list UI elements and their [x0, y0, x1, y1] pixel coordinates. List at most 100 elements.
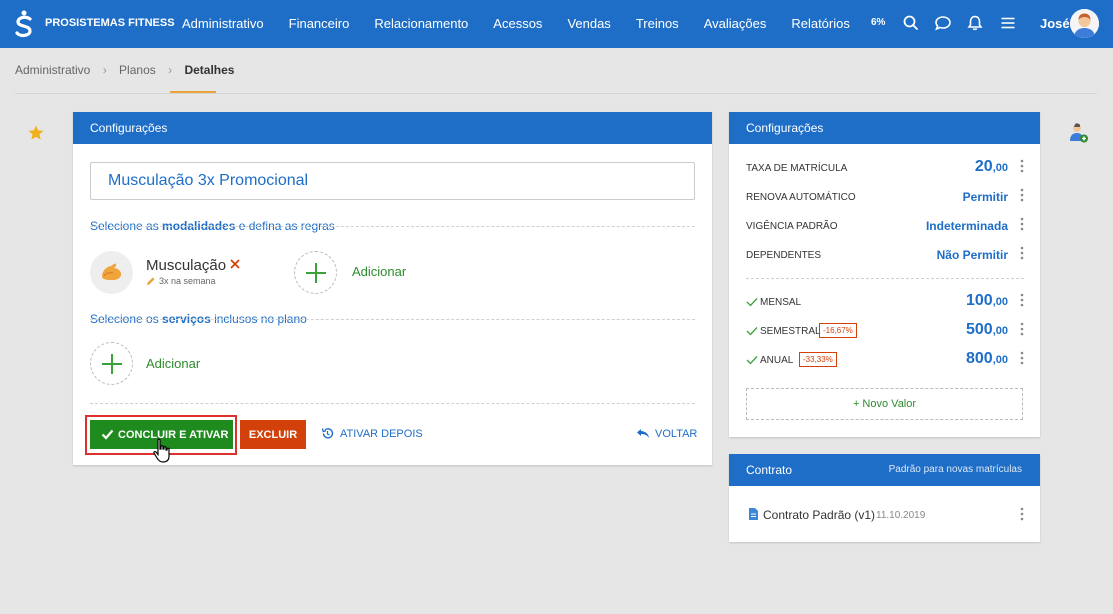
menu-item-acessos[interactable]: Acessos: [493, 16, 542, 31]
setting-value[interactable]: 20,00: [975, 158, 1008, 176]
chat-icon[interactable]: [934, 14, 952, 32]
plus-icon: [102, 363, 122, 365]
card-title: Configurações: [746, 121, 824, 135]
setting-row-registration-fee: TAXA DE MATRÍCULA 20,00: [746, 158, 1024, 178]
brand-name[interactable]: PROSISTEMAS FITNESS: [45, 17, 175, 29]
setting-row-default-validity: VIGÊNCIA PADRÃO Indeterminada: [746, 216, 1024, 236]
new-value-button[interactable]: + Novo Valor: [746, 388, 1023, 420]
more-options-icon[interactable]: [1020, 188, 1024, 202]
menu-item-administrativo[interactable]: Administrativo: [182, 16, 264, 31]
breadcrumb-item-detalhes: Detalhes: [184, 63, 235, 77]
menu-item-relatorios[interactable]: Relatórios: [791, 16, 850, 31]
value-dec: ,00: [992, 325, 1008, 337]
history-icon[interactable]: [321, 427, 334, 440]
more-options-icon[interactable]: [1020, 293, 1024, 307]
chevron-right-icon: ›: [102, 63, 107, 77]
more-options-icon[interactable]: [1020, 322, 1024, 336]
muscle-arm-icon: [102, 263, 122, 280]
top-navbar: PROSISTEMAS FITNESS Administrativo Finan…: [0, 0, 1113, 48]
check-icon: [746, 356, 758, 365]
contract-date: 11.10.2019: [876, 510, 926, 521]
price-value[interactable]: 800,00: [966, 350, 1008, 368]
reply-back-icon[interactable]: [636, 428, 650, 439]
breadcrumb-item-administrativo[interactable]: Administrativo: [15, 63, 90, 77]
activate-later-link[interactable]: ATIVAR DEPOIS: [340, 428, 423, 440]
setting-label: RENOVA AUTOMÁTICO: [746, 192, 856, 203]
brand-logo-icon[interactable]: [14, 10, 34, 38]
more-options-icon[interactable]: [1020, 246, 1024, 260]
value-int: 800: [966, 350, 993, 367]
setting-value[interactable]: Indeterminada: [926, 219, 1008, 233]
pencil-icon[interactable]: [146, 276, 156, 286]
menu-item-financeiro[interactable]: Financeiro: [289, 16, 350, 31]
add-service-label[interactable]: Adicionar: [146, 356, 200, 371]
add-service-button[interactable]: [90, 342, 133, 385]
breadcrumb: Administrativo › Planos › Detalhes: [15, 63, 234, 77]
document-icon: [749, 508, 758, 520]
price-label: SEMESTRAL: [760, 326, 821, 337]
more-options-icon[interactable]: [1020, 507, 1024, 521]
contract-name[interactable]: Contrato Padrão (v1): [763, 508, 875, 522]
add-user-icon[interactable]: [1069, 122, 1089, 144]
menu-item-vendas[interactable]: Vendas: [567, 16, 610, 31]
plan-name-input[interactable]: [90, 162, 695, 200]
card-title: Configurações: [90, 121, 168, 135]
price-label: MENSAL: [760, 297, 802, 308]
divider: [15, 93, 1097, 94]
setting-label: TAXA DE MATRÍCULA: [746, 163, 848, 174]
dashed-divider: [90, 319, 695, 320]
card-title: Contrato: [746, 463, 793, 477]
modality-rule[interactable]: 3x na semana: [159, 276, 216, 286]
discount-badge: -16,67%: [819, 323, 857, 338]
avatar[interactable]: [1070, 9, 1099, 38]
price-label: ANUAL: [760, 355, 794, 366]
price-row-annual: ANUAL -33,33% 800,00: [746, 350, 1024, 370]
card-header: Contrato Padrão para novas matrículas: [729, 454, 1040, 486]
settings-card: Configurações TAXA DE MATRÍCULA 20,00 RE…: [729, 112, 1040, 437]
plus-icon: [306, 272, 326, 274]
value-int: 20: [974, 158, 993, 175]
value-int: 500: [966, 321, 993, 338]
dashed-divider: [90, 226, 695, 227]
discount-badge: -33,33%: [799, 352, 837, 367]
setting-value[interactable]: Não Permitir: [937, 248, 1008, 262]
add-modality-label[interactable]: Adicionar: [352, 264, 406, 279]
setting-row-auto-renew: RENOVA AUTOMÁTICO Permitir: [746, 187, 1024, 207]
add-modality-button[interactable]: [294, 251, 337, 294]
modality-name[interactable]: Musculação: [146, 257, 226, 274]
setting-value[interactable]: Permitir: [963, 190, 1008, 204]
card-subtitle: Padrão para novas matrículas: [888, 464, 1022, 475]
check-icon: [746, 298, 758, 307]
card-header: Configurações: [73, 112, 712, 144]
progress-indicator[interactable]: 6%: [871, 17, 885, 28]
contract-card: Contrato Padrão para novas matrículas Co…: [729, 454, 1040, 542]
menu-item-treinos[interactable]: Treinos: [636, 16, 679, 31]
price-row-semiannual: SEMESTRAL -16,67% 500,00: [746, 321, 1024, 341]
more-options-icon[interactable]: [1020, 159, 1024, 173]
user-avatar-icon: [1070, 9, 1099, 38]
plan-config-card: Configurações Selecione as modalidades e…: [73, 112, 712, 465]
delete-button[interactable]: EXCLUIR: [240, 420, 306, 449]
value-dec: ,00: [992, 162, 1008, 174]
main-menu: Administrativo Financeiro Relacionamento…: [182, 16, 875, 31]
price-value[interactable]: 100,00: [966, 292, 1008, 310]
favorite-star-icon[interactable]: [27, 124, 45, 142]
user-name[interactable]: José: [1040, 16, 1070, 31]
breadcrumb-item-planos[interactable]: Planos: [119, 63, 156, 77]
bell-icon[interactable]: [966, 14, 984, 32]
more-options-icon[interactable]: [1020, 351, 1024, 365]
remove-modality-icon[interactable]: [230, 259, 240, 269]
menu-icon[interactable]: [999, 14, 1017, 32]
modality-avatar[interactable]: [90, 251, 133, 294]
hand-cursor-icon: [153, 438, 170, 463]
menu-item-avaliacoes[interactable]: Avaliações: [704, 16, 767, 31]
chevron-right-icon: ›: [168, 63, 173, 77]
value-dec: ,00: [992, 354, 1008, 366]
price-value[interactable]: 500,00: [966, 321, 1008, 339]
more-options-icon[interactable]: [1020, 217, 1024, 231]
back-link[interactable]: VOLTAR: [655, 428, 697, 440]
card-header: Configurações: [729, 112, 1040, 144]
menu-item-relacionamento[interactable]: Relacionamento: [374, 16, 468, 31]
search-icon[interactable]: [902, 14, 920, 32]
setting-label: DEPENDENTES: [746, 250, 822, 261]
